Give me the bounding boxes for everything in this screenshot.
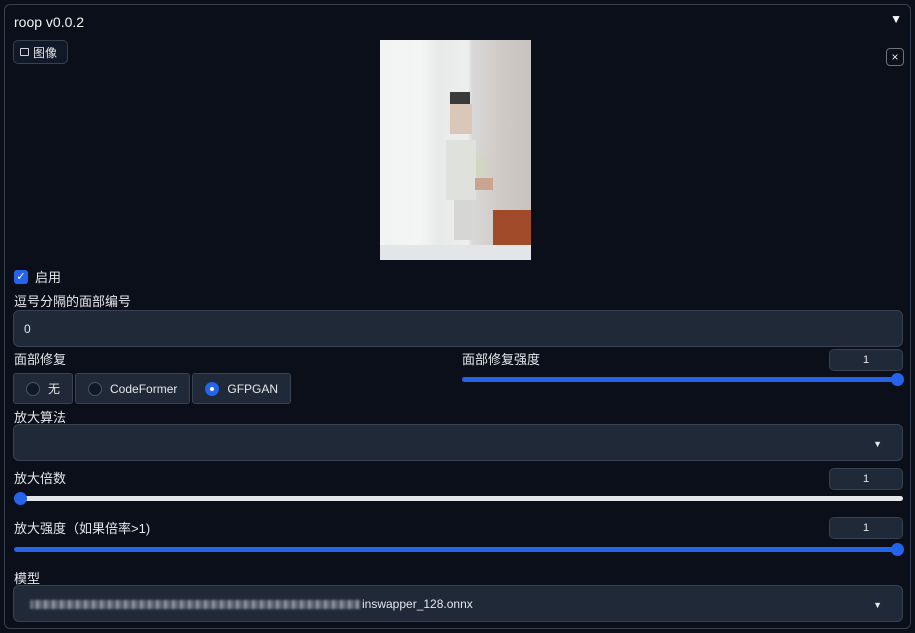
collapse-icon[interactable]: ▼ — [890, 12, 902, 26]
upscale-factor-number[interactable]: 1 — [829, 468, 903, 490]
face-restore-strength-slider[interactable] — [462, 377, 903, 382]
radio-gfpgan-label: GFPGAN — [227, 381, 279, 396]
upscale-factor-thumb[interactable] — [14, 492, 27, 505]
upscaler-dropdown[interactable]: ▼ — [13, 424, 903, 461]
radio-gfpgan[interactable]: GFPGAN — [192, 373, 292, 404]
face-restore-strength-thumb[interactable] — [891, 373, 904, 386]
face-restore-strength-label: 面部修复强度 — [462, 352, 541, 367]
image-icon — [20, 48, 29, 56]
enable-row[interactable]: ✓ 启用 — [14, 267, 61, 286]
image-tab-label: 图像 — [33, 45, 58, 60]
chevron-down-icon: ▼ — [873, 600, 882, 610]
enable-checkbox[interactable]: ✓ — [14, 269, 28, 284]
upscale-factor-slider[interactable] — [14, 496, 903, 501]
model-value: inswapper_128.onnx — [30, 597, 473, 611]
image-tab[interactable]: 图像 — [13, 40, 68, 64]
radio-none-label: 无 — [48, 382, 61, 396]
radio-codeformer-dot[interactable] — [88, 381, 103, 396]
clear-image-button[interactable]: × — [886, 48, 904, 66]
model-filename: inswapper_128.onnx — [362, 597, 473, 611]
source-face-image[interactable] — [380, 40, 531, 260]
panel-title: roop v0.0.2 — [14, 14, 85, 30]
model-dropdown[interactable]: inswapper_128.onnx ▼ — [13, 585, 903, 622]
face-restore-strength-number[interactable]: 1 — [829, 349, 903, 371]
face-restore-radio-group: 无 CodeFormer GFPGAN — [13, 373, 292, 404]
radio-none-dot[interactable] — [26, 381, 40, 396]
face-index-input[interactable]: 0 — [13, 310, 903, 347]
chevron-down-icon: ▼ — [873, 439, 882, 449]
upscale-strength-label: 放大强度（如果倍率>1) — [14, 521, 151, 536]
enable-label: 启用 — [35, 270, 62, 285]
radio-codeformer-label: CodeFormer — [110, 381, 178, 396]
face-restore-label: 面部修复 — [14, 352, 67, 367]
radio-none[interactable]: 无 — [13, 373, 74, 404]
face-index-label: 逗号分隔的面部编号 — [14, 294, 132, 309]
radio-gfpgan-dot[interactable] — [205, 381, 220, 396]
redacted-path — [30, 600, 360, 610]
upscale-factor-label: 放大倍数 — [14, 471, 67, 486]
upscale-strength-thumb[interactable] — [891, 543, 904, 556]
upscale-strength-number[interactable]: 1 — [829, 517, 903, 539]
roop-panel: roop v0.0.2 ▼ 图像 × ✓ 启用 逗号分隔的面部编号 0 面部修复… — [4, 4, 911, 629]
radio-codeformer[interactable]: CodeFormer — [75, 373, 191, 404]
face-index-value: 0 — [24, 321, 31, 336]
upscale-strength-slider[interactable] — [14, 547, 903, 552]
